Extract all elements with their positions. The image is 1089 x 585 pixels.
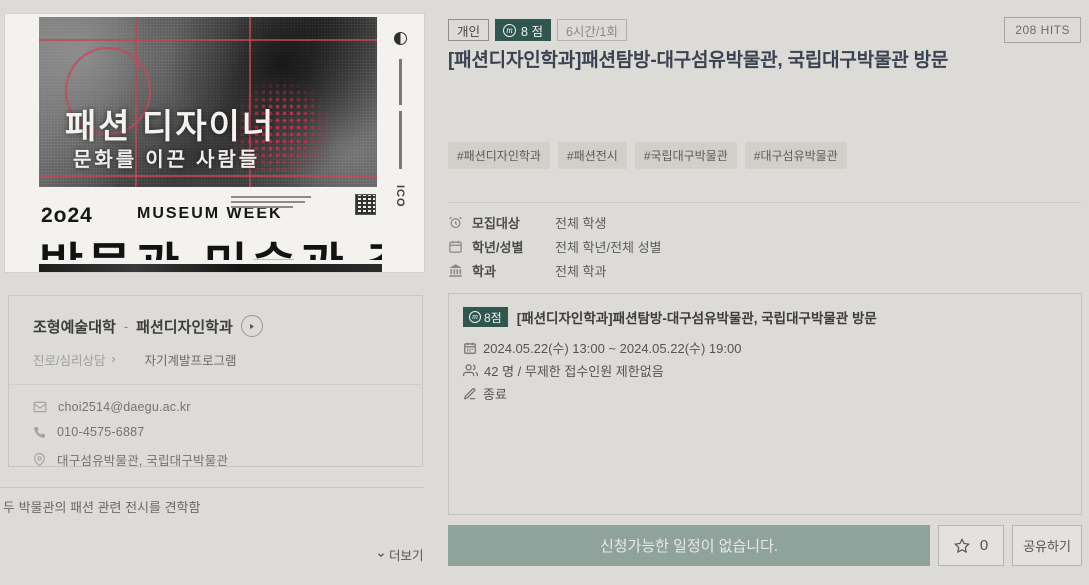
calendar-icon (463, 341, 477, 355)
poster-side-text (399, 111, 402, 169)
pen-icon (463, 387, 477, 401)
description-divider (0, 487, 424, 488)
provider-department: 패션디자인학과 (136, 316, 233, 337)
schedule-card: m 8점 [패션디자인학과]패션탐방-대구섬유박물관, 국립대구박물관 방문 2… (448, 293, 1082, 515)
info-value: 전체 학과 (555, 261, 606, 280)
contact-phone-row: 010-4575-6887 (33, 425, 398, 439)
poster-side-label: ICO (394, 185, 406, 208)
contact-location-row: 대구섬유박물관, 국립대구박물관 (33, 450, 398, 469)
poster-photo: 패션 디자이너 문화를 이끈 사람들 (39, 17, 377, 187)
page-title: [패션디자인학과]패션탐방-대구섬유박물관, 국립대구박물관 방문 (448, 45, 1078, 72)
ministry-logo-icon (394, 32, 407, 45)
schedule-points-label: 8점 (484, 309, 502, 326)
schedule-header: m 8점 [패션디자인학과]패션탐방-대구섬유박물관, 국립대구박물관 방문 (463, 307, 1067, 327)
chevron-right-icon (109, 355, 118, 364)
poster-fine-print (231, 196, 311, 211)
info-value: 전체 학년/전체 성별 (555, 237, 662, 256)
info-row-target: 모집대상 전체 학생 (448, 210, 662, 234)
poster-bottom-band: 2o24 MUSEUM WEEK 박물관·미술관 주간 (39, 190, 382, 260)
provider-separator: - (124, 319, 128, 334)
program-info: 모집대상 전체 학생 학년/성별 전체 학년/전체 성별 학과 전체 학과 (448, 210, 662, 282)
provider-email: choi2514@daegu.ac.kr (58, 400, 191, 414)
play-icon (247, 322, 256, 331)
points-label: 8 점 (521, 21, 543, 40)
poster-year: 2o24 (41, 204, 93, 228)
poster-side-strip: ICO (384, 32, 416, 257)
badge-personal: 개인 (448, 19, 489, 41)
museum-icon (448, 263, 464, 278)
event-poster: 패션 디자이너 문화를 이끈 사람들 ICO 2o24 MUSEUM WEEK … (5, 14, 424, 272)
schedule-title: [패션디자인학과]패션탐방-대구섬유박물관, 국립대구박물관 방문 (517, 307, 877, 327)
tag-item[interactable]: #국립대구박물관 (635, 142, 737, 169)
chevron-down-icon (376, 550, 389, 560)
tag-item[interactable]: #패션전시 (558, 142, 627, 169)
category-primary: 진로/심리상담 (33, 350, 105, 369)
provider-category: 진로/심리상담 자기계발프로그램 (9, 337, 422, 369)
schedule-details: 2024.05.22(수) 13:00 ~ 2024.05.22(수) 19:0… (463, 336, 1067, 405)
mail-icon (33, 400, 47, 414)
info-row-department: 학과 전체 학과 (448, 258, 662, 282)
tag-list: #패션디자인학과 #패션전시 #국립대구박물관 #대구섬유박물관 (448, 142, 847, 169)
provider-header: 조형예술대학 - 패션디자인학과 (9, 296, 422, 337)
favorite-count: 0 (980, 537, 988, 554)
provider-contact-list: choi2514@daegu.ac.kr 010-4575-6887 대구섬유박… (9, 385, 422, 469)
schedule-status-row: 종료 (463, 382, 1067, 405)
mileage-icon: m (469, 311, 481, 323)
favorite-button[interactable]: 0 (938, 525, 1004, 566)
program-badges: 개인 m 8 점 6시간/1회 (448, 19, 627, 41)
info-label: 학년/성별 (472, 237, 555, 256)
show-more-label: 더보기 (389, 545, 424, 564)
calendar-icon (448, 239, 464, 254)
show-more-button[interactable]: 더보기 (376, 545, 424, 564)
hits-counter: 208 HITS (1004, 17, 1081, 43)
category-secondary: 자기계발프로그램 (144, 350, 236, 369)
poster-main-title: 패션 디자이너 (65, 99, 275, 148)
poster-side-text (399, 59, 402, 105)
phone-icon (33, 426, 46, 439)
info-divider (448, 202, 1081, 203)
info-label: 모집대상 (472, 213, 555, 232)
location-pin-icon (33, 453, 46, 466)
program-description: 두 박물관의 패션 관련 전시를 견학함 (3, 497, 200, 516)
provider-phone: 010-4575-6887 (57, 425, 144, 439)
info-row-grade-gender: 학년/성별 전체 학년/전체 성별 (448, 234, 662, 258)
provider-expand-button[interactable] (241, 315, 263, 337)
badge-mileage-points: m 8 점 (495, 19, 551, 41)
users-icon (463, 363, 478, 378)
mileage-icon: m (503, 24, 516, 37)
schedule-capacity-row: 42 명 / 무제한 접수인원 제한없음 (463, 359, 1067, 382)
alarm-clock-icon (448, 215, 464, 230)
info-value: 전체 학생 (555, 213, 606, 232)
poster-next-slide-sliver (39, 264, 382, 272)
tag-item[interactable]: #패션디자인학과 (448, 142, 550, 169)
provider-college: 조형예술대학 (33, 316, 116, 337)
poster-subtitle: 문화를 이끈 사람들 (73, 143, 260, 172)
share-button[interactable]: 공유하기 (1012, 525, 1082, 566)
provider-location: 대구섬유박물관, 국립대구박물관 (57, 450, 228, 469)
schedule-capacity: 42 명 / 무제한 접수인원 제한없음 (484, 361, 664, 380)
tag-item[interactable]: #대구섬유박물관 (745, 142, 847, 169)
schedule-points-badge: m 8점 (463, 307, 508, 327)
provider-card: 조형예술대학 - 패션디자인학과 진로/심리상담 자기계발프로그램 choi25… (8, 295, 423, 467)
star-icon (954, 538, 970, 554)
schedule-datetime-row: 2024.05.22(수) 13:00 ~ 2024.05.22(수) 19:0… (463, 336, 1067, 359)
badge-duration: 6시간/1회 (557, 19, 627, 41)
schedule-status: 종료 (483, 384, 507, 403)
schedule-datetime: 2024.05.22(수) 13:00 ~ 2024.05.22(수) 19:0… (483, 338, 741, 357)
poster-headline: 박물관·미술관 주간 (39, 226, 382, 260)
apply-button[interactable]: 신청가능한 일정이 없습니다. (448, 525, 930, 566)
info-label: 학과 (472, 261, 555, 280)
qr-code (355, 194, 376, 215)
contact-email-row: choi2514@daegu.ac.kr (33, 400, 398, 414)
poster-grid-line (39, 39, 377, 41)
